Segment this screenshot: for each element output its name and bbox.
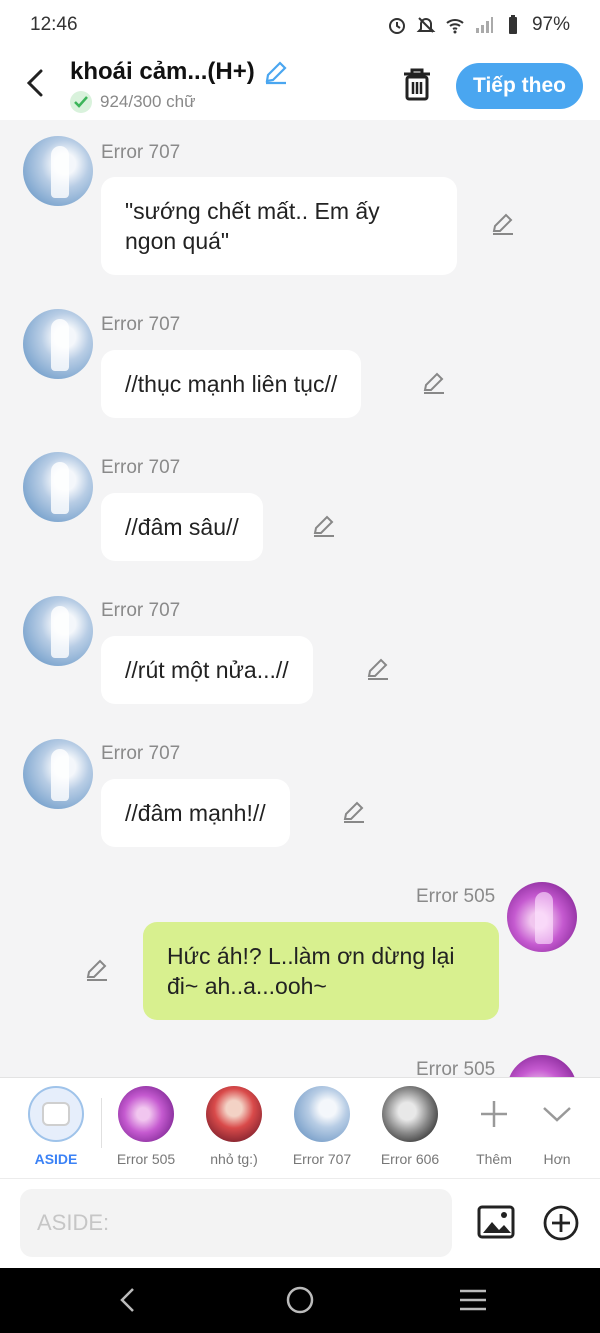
wifi-icon [446, 19, 464, 34]
message-bubble[interactable]: //rút một nửa...// [101, 636, 313, 704]
avatar [294, 1086, 350, 1142]
character-label: Error 707 [292, 1151, 352, 1167]
header: khoái cảm...(H+) 924/300 chữ Tiếp theo [0, 50, 600, 120]
plus-circle-icon[interactable] [543, 1205, 579, 1241]
next-button[interactable]: Tiếp theo [456, 63, 583, 109]
sender-name: Error 707 [101, 743, 181, 764]
edit-title-icon[interactable] [263, 59, 289, 85]
message-bubble[interactable]: //đâm mạnh!// [101, 779, 290, 847]
nav-back-button[interactable] [110, 1284, 144, 1316]
battery-icon [508, 15, 517, 34]
sender-name: Error 505 [416, 1059, 496, 1077]
back-icon [26, 69, 43, 97]
message-bubble[interactable]: //thục mạnh liên tục// [101, 350, 362, 418]
avatar[interactable] [23, 739, 93, 809]
character-error-505[interactable]: Error 505 [105, 1086, 187, 1167]
status-bar: 12:46 97% [0, 0, 600, 50]
status-icons: 97% [387, 14, 570, 36]
sender-name: Error 505 [416, 886, 496, 907]
avatar[interactable] [507, 882, 577, 952]
back-button[interactable] [20, 68, 50, 98]
character-label: Error 505 [116, 1151, 176, 1167]
sender-name: Error 707 [101, 142, 181, 163]
message-input[interactable] [20, 1189, 452, 1257]
edit-icon[interactable] [311, 513, 337, 539]
sender-name: Error 707 [101, 314, 181, 335]
title-area: khoái cảm...(H+) 924/300 chữ [70, 58, 289, 113]
status-time: 12:46 [30, 14, 78, 35]
signal-icon [475, 17, 493, 33]
nav-home-icon [286, 1286, 314, 1314]
avatar [206, 1086, 262, 1142]
nav-recents-button[interactable] [456, 1284, 490, 1316]
word-count-row: 924/300 chữ [70, 91, 289, 113]
edit-icon[interactable] [421, 370, 447, 396]
avatar[interactable] [23, 309, 93, 379]
sender-name: Error 707 [101, 457, 181, 478]
edit-icon[interactable] [490, 211, 516, 237]
input-bar [0, 1178, 600, 1268]
alarm-icon [388, 18, 405, 34]
image-icon[interactable] [477, 1205, 515, 1239]
edit-icon[interactable] [365, 656, 391, 682]
avatar [382, 1086, 438, 1142]
nav-back-icon [120, 1288, 134, 1312]
character-label: nhỏ tg:) [210, 1151, 258, 1167]
message-bubble[interactable]: //đâm sâu// [101, 493, 263, 561]
chat-area: Error 707 "sướng chết mất.. Em ấy ngon q… [0, 120, 600, 1077]
aside-icon [28, 1086, 84, 1142]
system-nav-bar [0, 1268, 600, 1333]
avatar[interactable] [23, 452, 93, 522]
nav-home-button[interactable] [283, 1284, 317, 1316]
edit-icon[interactable] [84, 957, 110, 983]
plus-icon [466, 1086, 522, 1142]
word-count: 924/300 chữ [100, 92, 196, 111]
bell-off-icon [416, 17, 436, 33]
more-label: Hơn [543, 1151, 571, 1167]
avatar[interactable] [23, 136, 93, 206]
toolbar-divider [101, 1098, 102, 1148]
message-bubble[interactable]: Hức áh!? L..làm ơn dừng lại đi~ ah..a...… [143, 922, 499, 1020]
character-toolbar: ASIDE Error 505 nhỏ tg:) Error 707 Error… [0, 1077, 600, 1178]
sender-name: Error 707 [101, 600, 181, 621]
story-title-row: khoái cảm...(H+) [70, 58, 289, 86]
message-bubble[interactable]: "sướng chết mất.. Em ấy ngon quá" [101, 177, 457, 275]
trash-icon[interactable] [400, 66, 434, 102]
character-label: Error 606 [380, 1151, 440, 1167]
character-error-707[interactable]: Error 707 [281, 1086, 363, 1167]
character-error-606[interactable]: Error 606 [369, 1086, 451, 1167]
avatar [118, 1086, 174, 1142]
battery-percent: 97% [531, 14, 570, 35]
more-button[interactable]: Hơn [516, 1086, 598, 1167]
check-icon [70, 91, 92, 113]
character-aside[interactable]: ASIDE [15, 1086, 97, 1167]
nav-recents-icon [460, 1289, 486, 1311]
character-label: ASIDE [34, 1151, 78, 1167]
avatar[interactable] [507, 1055, 577, 1077]
character-nho-tg[interactable]: nhỏ tg:) [193, 1086, 275, 1167]
avatar[interactable] [23, 596, 93, 666]
edit-icon[interactable] [341, 799, 367, 825]
story-title: khoái cảm...(H+) [70, 58, 255, 85]
chevron-down-icon [529, 1086, 585, 1142]
